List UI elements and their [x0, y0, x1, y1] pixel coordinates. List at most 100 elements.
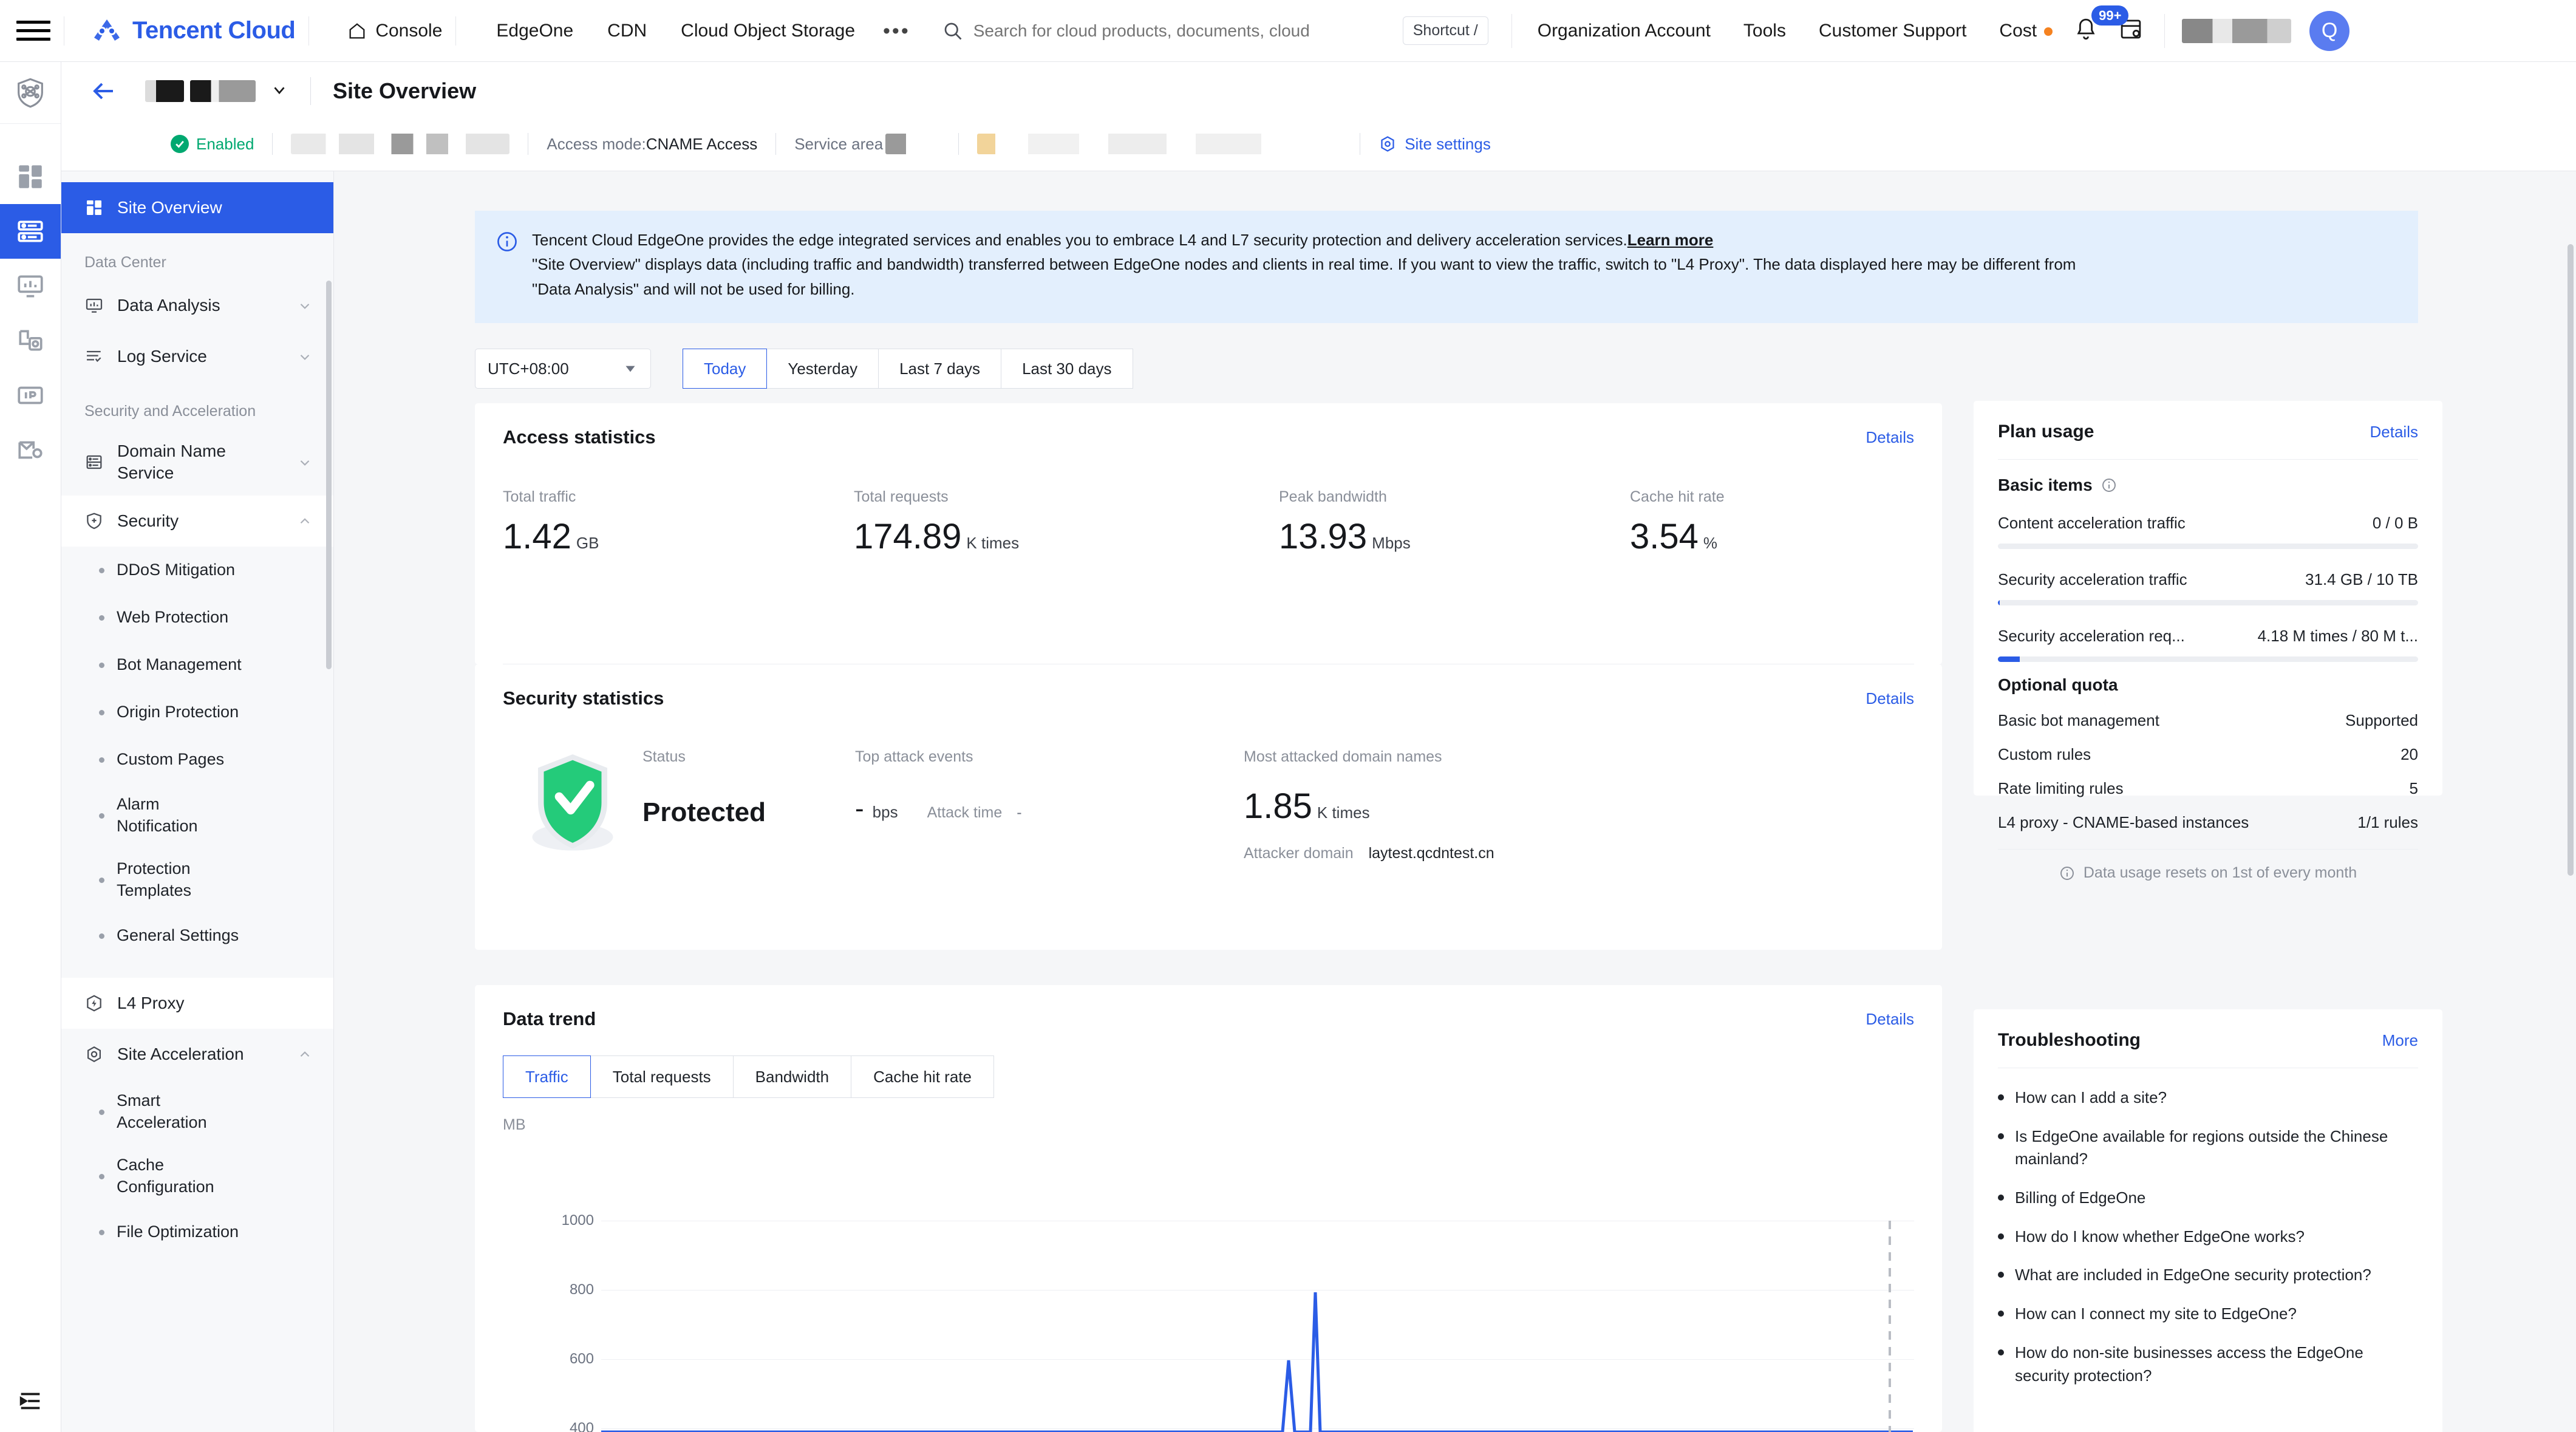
- brand-logo-area[interactable]: Tencent Cloud: [91, 17, 296, 44]
- rail-item-edgeone-shield[interactable]: [0, 62, 61, 124]
- data-trend-tabs: Traffic Total requests Bandwidth Cache h…: [503, 1055, 994, 1098]
- nav-cost[interactable]: Cost: [1999, 21, 2053, 41]
- chevron-down-icon[interactable]: [270, 81, 288, 102]
- list-item[interactable]: How can I connect my site to EdgeOne?: [1998, 1303, 2418, 1326]
- sidebar-item-log-service[interactable]: Log Service: [61, 331, 333, 382]
- chevron-up-icon[interactable]: [297, 513, 313, 529]
- sidebar-item-l4-proxy[interactable]: L4 Proxy: [61, 978, 333, 1029]
- info-circle-icon[interactable]: [2101, 477, 2117, 493]
- sidebar-item-smart-acceleration[interactable]: Smart Acceleration: [61, 1080, 333, 1144]
- timezone-select[interactable]: UTC+08:00: [475, 349, 651, 389]
- sidebar-item-general-settings[interactable]: General Settings: [61, 912, 333, 960]
- tab-bandwidth[interactable]: Bandwidth: [733, 1055, 852, 1098]
- notifications-button[interactable]: 99+: [2073, 5, 2129, 45]
- site-settings-link[interactable]: Site settings: [1378, 135, 1491, 154]
- nav-product-cdn[interactable]: CDN: [607, 21, 647, 41]
- nav-tools[interactable]: Tools: [1743, 21, 1786, 41]
- rail-item-layers[interactable]: [0, 313, 61, 368]
- plan-usage-row: Content acceleration traffic 0 / 0 B: [1998, 506, 2418, 549]
- status-badge: Enabled: [171, 135, 254, 154]
- sidebar-item-ddos-mitigation[interactable]: DDoS Mitigation: [61, 547, 333, 594]
- sidebar-item-data-analysis[interactable]: Data Analysis: [61, 280, 333, 331]
- chevron-down-icon[interactable]: [297, 454, 313, 470]
- metric-label: Peak bandwidth: [1279, 488, 1387, 505]
- tencent-cloud-logo-icon: [94, 19, 120, 41]
- range-yesterday[interactable]: Yesterday: [767, 349, 879, 389]
- avatar[interactable]: Q: [2309, 10, 2350, 51]
- search-input[interactable]: [973, 12, 1393, 50]
- progress-bar: [1998, 656, 2418, 662]
- divider: [775, 133, 777, 155]
- security-status-block: Status Protected: [642, 735, 855, 862]
- sidebar-item-alarm-notification[interactable]: Alarm Notification: [61, 783, 333, 848]
- list-item[interactable]: How do non-site businesses access the Ed…: [1998, 1342, 2418, 1387]
- tab-cache-hit-rate[interactable]: Cache hit rate: [851, 1055, 994, 1098]
- sidebar-item-cache-configuration[interactable]: Cache Configuration: [61, 1144, 333, 1209]
- sidebar-item-site-acceleration[interactable]: Site Acceleration: [61, 1029, 333, 1080]
- list-item[interactable]: How do I know whether EdgeOne works?: [1998, 1226, 2418, 1249]
- tab-traffic[interactable]: Traffic: [503, 1055, 591, 1098]
- back-arrow-icon[interactable]: [87, 75, 120, 107]
- rail-item-ip[interactable]: [0, 368, 61, 423]
- range-today[interactable]: Today: [683, 349, 768, 389]
- sidebar-item-custom-pages[interactable]: Custom Pages: [61, 736, 333, 783]
- ellipsis-icon[interactable]: •••: [883, 21, 910, 41]
- list-item[interactable]: Billing of EdgeOne: [1998, 1187, 2418, 1210]
- sidebar-item-label: Site Overview: [117, 197, 222, 217]
- hex-gear-icon: [87, 1046, 101, 1063]
- sidebar-item-site-overview[interactable]: Site Overview: [61, 182, 333, 233]
- sidebar-item-web-protection[interactable]: Web Protection: [61, 594, 333, 641]
- divider: [2164, 13, 2165, 48]
- bullet-icon: [1998, 1311, 2004, 1317]
- search-shortcut-badge[interactable]: Shortcut /: [1402, 16, 1488, 45]
- divider: [272, 133, 273, 155]
- sidebar-item-bot-management[interactable]: Bot Management: [61, 641, 333, 689]
- metric-unit: %: [1703, 534, 1718, 552]
- top-attack-value: -: [855, 794, 864, 823]
- main-scrollbar[interactable]: [2567, 244, 2574, 876]
- troubleshooting-label: What are included in EdgeOne security pr…: [2015, 1266, 2371, 1284]
- access-statistics-details-link[interactable]: Details: [1866, 428, 1914, 447]
- range-last-30-days[interactable]: Last 30 days: [1001, 349, 1133, 389]
- date-range-segmented: Today Yesterday Last 7 days Last 30 days: [683, 349, 1133, 389]
- sidebar-item-origin-protection[interactable]: Origin Protection: [61, 689, 333, 736]
- sidebar-item-file-optimization[interactable]: File Optimization: [61, 1209, 333, 1256]
- sidebar-item-domain-name-service[interactable]: Domain Name Service: [61, 429, 333, 496]
- sidebar-item-protection-templates[interactable]: Protection Templates: [61, 848, 333, 912]
- plan-usage-details-link[interactable]: Details: [2370, 423, 2418, 442]
- range-last-7-days[interactable]: Last 7 days: [879, 349, 1002, 389]
- tab-total-requests[interactable]: Total requests: [590, 1055, 734, 1098]
- hamburger-icon[interactable]: [16, 18, 50, 44]
- nav-product-cos[interactable]: Cloud Object Storage: [681, 21, 855, 41]
- chevron-up-icon[interactable]: [297, 1046, 313, 1062]
- site-selector[interactable]: [145, 80, 288, 102]
- troubleshooting-more-link[interactable]: More: [2382, 1031, 2418, 1050]
- chevron-down-icon[interactable]: [297, 349, 313, 364]
- nav-organization-account[interactable]: Organization Account: [1538, 21, 1711, 41]
- security-statistics-details-link[interactable]: Details: [1866, 689, 1914, 708]
- list-item[interactable]: How can I add a site?: [1998, 1086, 2418, 1110]
- list-item[interactable]: Is EdgeOne available for regions outside…: [1998, 1125, 2418, 1171]
- sidebar-item-security[interactable]: Security: [61, 496, 333, 547]
- nav-product-edgeone[interactable]: EdgeOne: [496, 21, 573, 41]
- list-item[interactable]: What are included in EdgeOne security pr…: [1998, 1264, 2418, 1287]
- rail-item-data-analysis[interactable]: [0, 259, 61, 313]
- data-trend-details-link[interactable]: Details: [1866, 1010, 1914, 1029]
- console-link[interactable]: Console: [347, 21, 442, 41]
- divider: [310, 77, 311, 105]
- bullet-icon: [99, 813, 104, 819]
- collapse-panel-icon[interactable]: [0, 1370, 61, 1432]
- learn-more-link[interactable]: Learn more: [1627, 231, 1714, 249]
- bullet-icon: [1998, 1272, 2004, 1278]
- rail-item-mail-security[interactable]: [0, 423, 61, 477]
- access-mode-label: Access mode:: [547, 134, 646, 153]
- info-circle-icon: [2060, 866, 2074, 880]
- chevron-down-icon[interactable]: [297, 298, 313, 313]
- sidebar-scrollbar[interactable]: [326, 281, 332, 669]
- rail-item-sites[interactable]: [0, 204, 61, 259]
- rail-item-dashboard[interactable]: [0, 149, 61, 204]
- mail-security-icon: [18, 441, 43, 459]
- access-statistics-card: Access statistics Details Total traffic …: [475, 403, 1942, 664]
- nav-customer-support[interactable]: Customer Support: [1819, 21, 1966, 41]
- plan-usage-row: Security acceleration req... 4.18 M times…: [1998, 619, 2418, 662]
